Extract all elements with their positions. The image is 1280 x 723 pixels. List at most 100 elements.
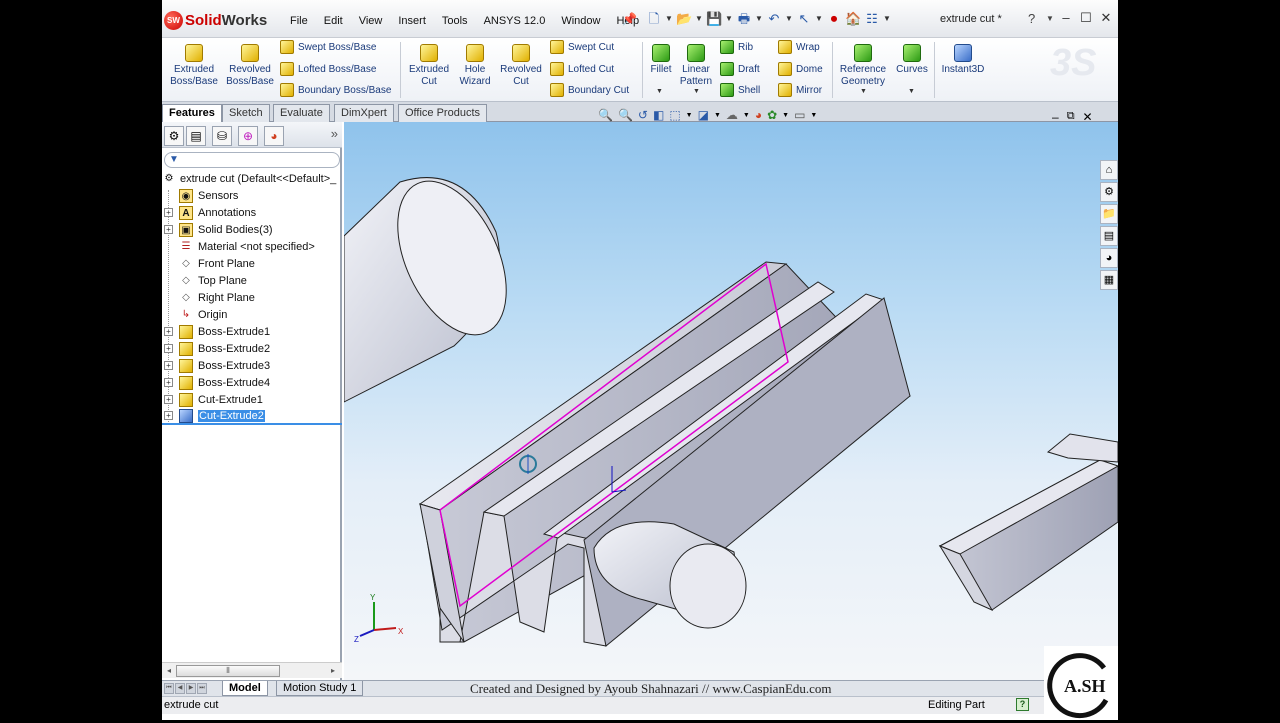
chevron-down-icon[interactable]: ▼ [860, 88, 867, 95]
rebuild-traffic-light-icon[interactable]: ⏺ [826, 10, 842, 28]
file-explorer-icon[interactable]: 📁 [1100, 204, 1118, 224]
tab-model[interactable]: Model [222, 681, 268, 696]
chevron-down-icon[interactable]: ▼ [725, 10, 733, 28]
fillet-button[interactable]: Fillet [646, 44, 676, 76]
dome-button[interactable]: Dome [778, 60, 823, 78]
menu-edit[interactable]: Edit [316, 13, 351, 29]
scrollbar-thumb[interactable]: ⦀ [176, 665, 280, 677]
expand-panel-icon[interactable]: » [331, 126, 338, 141]
tree-item-origin[interactable]: ↳ Origin [162, 306, 342, 323]
chevron-down-icon[interactable]: ▼ [883, 10, 891, 28]
select-arrow-icon[interactable]: ↖ [796, 10, 812, 28]
large-cylinder[interactable] [344, 164, 528, 403]
hide-show-items-icon[interactable]: ☁ [726, 108, 738, 122]
next-tab-icon[interactable]: ▶ [186, 683, 196, 694]
first-tab-icon[interactable]: ⏮ [164, 683, 174, 694]
expand-toggle-icon[interactable]: + [164, 225, 173, 234]
menu-insert[interactable]: Insert [390, 13, 434, 29]
tab-features[interactable]: Features [162, 104, 222, 122]
chevron-down-icon[interactable]: ▼ [665, 10, 673, 28]
dimxpert-manager-tab-icon[interactable]: ⊕ [238, 126, 258, 146]
chevron-down-icon[interactable]: ▼ [656, 88, 663, 95]
horizontal-scrollbar[interactable]: ◂ ⦀ ▸ [162, 662, 342, 678]
menu-ansys[interactable]: ANSYS 12.0 [476, 13, 554, 29]
expand-toggle-icon[interactable]: + [164, 411, 173, 420]
extruded-boss-button[interactable]: Extruded Boss/Base [168, 44, 220, 88]
print-icon[interactable]: 🖶 [736, 10, 752, 28]
apply-scene-icon[interactable]: ✿ [767, 108, 777, 122]
chevron-down-icon[interactable]: ▼ [714, 112, 721, 119]
expand-toggle-icon[interactable]: + [164, 395, 173, 404]
tab-evaluate[interactable]: Evaluate [273, 104, 330, 122]
hole-wizard-button[interactable]: Hole Wizard [452, 44, 498, 88]
chevron-down-icon[interactable]: ▼ [695, 10, 703, 28]
view-palette-icon[interactable]: ▤ [1100, 226, 1118, 246]
maximize-icon[interactable]: ☐ [1080, 10, 1092, 26]
tree-item-sensors[interactable]: ◉ Sensors [162, 187, 342, 204]
tree-item-boss-extrude4[interactable]: + Boss-Extrude4 [162, 374, 342, 391]
swept-boss-button[interactable]: Swept Boss/Base [280, 38, 376, 56]
expand-toggle-icon[interactable]: + [164, 208, 173, 217]
menu-tools[interactable]: Tools [434, 13, 476, 29]
minimize-icon[interactable]: – [1052, 110, 1059, 124]
swept-cut-button[interactable]: Swept Cut [550, 38, 614, 56]
tree-item-boss-extrude1[interactable]: + Boss-Extrude1 [162, 323, 342, 340]
tree-item-solid-bodies[interactable]: + ▣ Solid Bodies(3) [162, 221, 342, 238]
rib-button[interactable]: Rib [720, 38, 753, 56]
linear-pattern-button[interactable]: Linear Pattern [676, 44, 716, 88]
help-icon[interactable]: ? [1028, 11, 1035, 26]
tree-item-boss-extrude2[interactable]: + Boss-Extrude2 [162, 340, 342, 357]
tree-item-cut-extrude1[interactable]: + Cut-Extrude1 [162, 391, 342, 408]
tree-item-cut-extrude2[interactable]: + Cut-Extrude2 [162, 408, 342, 425]
tree-item-front-plane[interactable]: ◇ Front Plane [162, 255, 342, 272]
tree-root[interactable]: ⚙ extrude cut (Default<<Default>_ [162, 170, 342, 187]
property-manager-tab-icon[interactable]: ▤ [186, 126, 206, 146]
design-library-icon[interactable]: ⚙ [1100, 182, 1118, 202]
last-tab-icon[interactable]: ⏭ [197, 683, 207, 694]
solidworks-logo[interactable]: SW SolidWorks [164, 10, 267, 30]
expand-toggle-icon[interactable]: + [164, 361, 173, 370]
undo-icon[interactable]: ↶ [766, 10, 782, 28]
custom-properties-icon[interactable]: ▦ [1100, 270, 1118, 290]
display-manager-tab-icon[interactable]: ◕ [264, 126, 284, 146]
curves-button[interactable]: Curves [892, 44, 932, 76]
quick-tips-help-icon[interactable]: ? [1016, 698, 1029, 711]
tree-item-boss-extrude3[interactable]: + Boss-Extrude3 [162, 357, 342, 374]
solidworks-resources-icon[interactable]: ⌂ [1100, 160, 1118, 180]
view-orientation-icon[interactable]: ⬚ [669, 108, 680, 122]
boundary-boss-button[interactable]: Boundary Boss/Base [280, 81, 391, 99]
chevron-down-icon[interactable]: ▼ [815, 10, 823, 28]
scroll-left-icon[interactable]: ◂ [164, 665, 174, 677]
display-style-icon[interactable]: ◪ [698, 108, 709, 122]
graphics-area[interactable]: Y X Z ⌂ ⚙ 📁 ▤ ◕ ▦ [344, 122, 1118, 680]
expand-toggle-icon[interactable]: + [164, 378, 173, 387]
chevron-down-icon[interactable]: ▼ [1046, 14, 1054, 23]
restore-icon[interactable]: ⧉ [1067, 110, 1075, 124]
close-icon[interactable]: ✕ [1100, 10, 1112, 26]
tree-item-right-plane[interactable]: ◇ Right Plane [162, 289, 342, 306]
rect-bar[interactable] [938, 433, 1118, 612]
pin-menu-icon[interactable]: 📌 [622, 12, 637, 26]
mirror-button[interactable]: Mirror [778, 81, 822, 99]
tab-motion-study-1[interactable]: Motion Study 1 [276, 681, 364, 696]
save-icon[interactable]: 💾 [706, 10, 722, 28]
extruded-cut-button[interactable]: Extruded Cut [404, 44, 454, 88]
expand-toggle-icon[interactable]: + [164, 344, 173, 353]
view-settings-icon[interactable]: ▭ [794, 108, 805, 122]
file-properties-icon[interactable]: 🏠 [845, 10, 861, 28]
open-folder-icon[interactable]: 📂 [676, 10, 692, 28]
chevron-down-icon[interactable]: ▼ [908, 88, 915, 95]
expand-toggle-icon[interactable]: + [164, 327, 173, 336]
tree-item-material[interactable]: ☰ Material <not specified> [162, 238, 342, 255]
feature-manager-tab-icon[interactable]: ⚙ [164, 126, 184, 146]
close-icon[interactable]: ✕ [1083, 110, 1093, 124]
lofted-boss-button[interactable]: Lofted Boss/Base [280, 60, 376, 78]
menu-window[interactable]: Window [553, 13, 608, 29]
menu-file[interactable]: File [282, 13, 316, 29]
chevron-down-icon[interactable]: ▼ [782, 112, 789, 119]
chevron-down-icon[interactable]: ▼ [693, 88, 700, 95]
edit-appearance-icon[interactable]: ◕ [755, 108, 762, 122]
lofted-cut-button[interactable]: Lofted Cut [550, 60, 614, 78]
zoom-to-fit-icon[interactable]: 🔍 [598, 108, 613, 122]
instant3d-button[interactable]: Instant3D [938, 44, 988, 76]
